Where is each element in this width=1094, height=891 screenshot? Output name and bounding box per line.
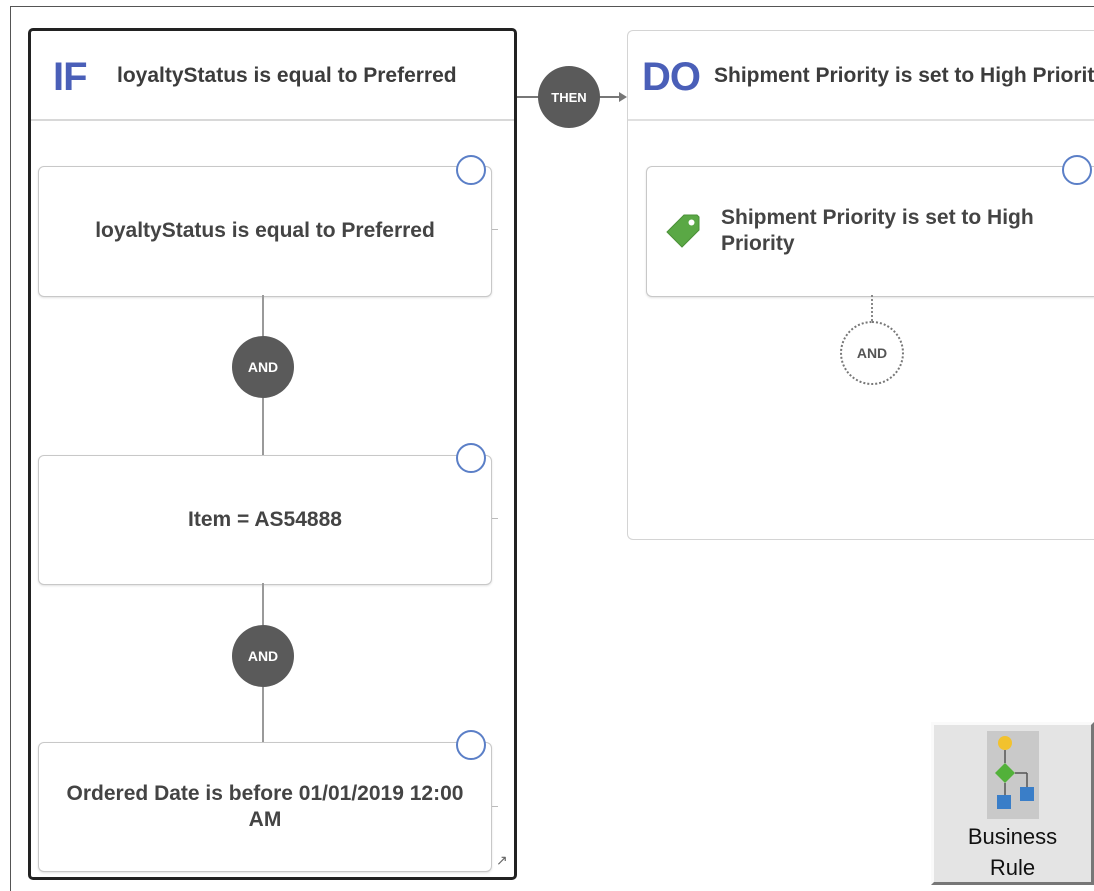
action-card-1[interactable]: Shipment Priority is set to High Priorit… <box>646 166 1094 297</box>
then-arrow-icon <box>619 92 627 102</box>
resize-grip-icon[interactable]: ↗ <box>496 852 508 869</box>
do-keyword: DO <box>642 55 701 99</box>
condition-1-select-circle[interactable] <box>456 155 486 185</box>
condition-card-2[interactable]: Item = AS54888 <box>38 455 492 585</box>
do-panel-header[interactable]: DO Shipment Priority is set to High Prio… <box>628 31 1094 121</box>
connector-line <box>262 687 264 742</box>
tag-icon <box>666 214 700 248</box>
do-header-text: Shipment Priority is set to High Priorit… <box>714 64 1094 87</box>
business-rule-label-line2: Rule <box>989 855 1036 880</box>
and-node-2[interactable]: AND <box>232 625 294 687</box>
action-1-text: Shipment Priority is set to High Priorit… <box>721 206 1034 256</box>
connector-line <box>262 295 264 336</box>
flowchart-icon <box>987 731 1039 819</box>
frame-top-border <box>10 6 1094 7</box>
action-1-select-circle[interactable] <box>1062 155 1092 185</box>
condition-card-1[interactable]: loyaltyStatus is equal to Preferred <box>38 166 492 297</box>
condition-3-tick <box>492 806 498 807</box>
condition-2-tick <box>492 518 498 519</box>
condition-2-text: Item = AS54888 <box>188 507 342 531</box>
condition-3-text: Ordered Date is before 01/01/2019 12:00 … <box>66 781 464 831</box>
then-node[interactable]: THEN <box>538 66 600 128</box>
connector-line <box>262 583 264 625</box>
if-header-text: loyaltyStatus is equal to Preferred <box>117 64 457 87</box>
and-node-1[interactable]: AND <box>232 336 294 398</box>
condition-3-select-circle[interactable] <box>456 730 486 760</box>
business-rule-button[interactable]: Business Rule <box>931 722 1094 885</box>
condition-2-select-circle[interactable] <box>456 443 486 473</box>
frame-left-border <box>10 6 11 891</box>
business-rule-label: Business Rule <box>934 821 1091 883</box>
add-and-node[interactable]: AND <box>840 321 904 385</box>
add-connector-line <box>871 295 873 321</box>
condition-card-3[interactable]: Ordered Date is before 01/01/2019 12:00 … <box>38 742 492 872</box>
if-panel-header[interactable]: IF loyaltyStatus is equal to Preferred <box>31 31 514 121</box>
business-rule-label-line1: Business <box>967 824 1058 849</box>
connector-line <box>262 398 264 455</box>
condition-1-text: loyaltyStatus is equal to Preferred <box>95 219 435 243</box>
if-keyword: IF <box>53 55 88 99</box>
condition-1-tick <box>492 229 498 230</box>
